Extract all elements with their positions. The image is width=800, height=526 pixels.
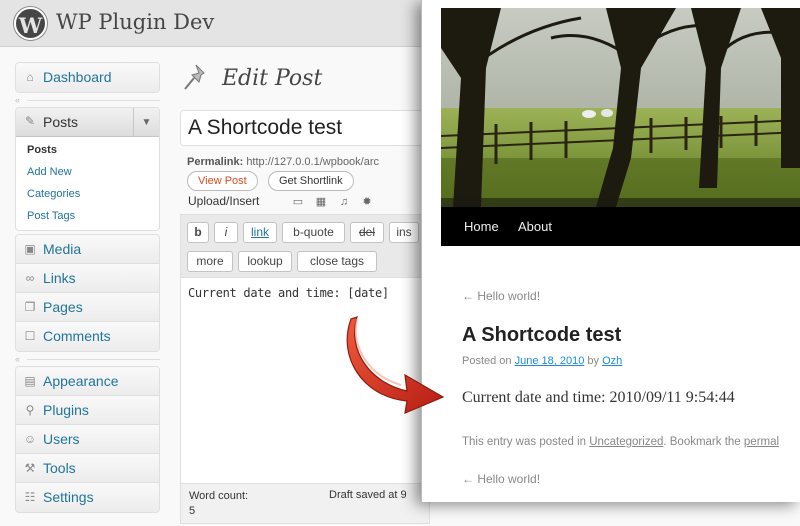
quicktag-close-tags-button[interactable]: close tags <box>297 251 377 272</box>
upload-insert-label: Upload/Insert <box>188 194 260 208</box>
post-title: A Shortcode test <box>462 324 622 346</box>
menu-separator[interactable]: « <box>15 93 160 107</box>
menu-item-label: Plugins <box>43 402 89 418</box>
menu-item-label: Posts <box>43 114 79 130</box>
add-audio-icon[interactable]: ♫ <box>338 196 350 208</box>
post-meta: Posted on June 18, 2010 by Ozh <box>462 355 622 367</box>
settings-icon: ☷ <box>24 490 36 504</box>
red-curved-arrow-icon <box>346 316 445 414</box>
menu-item-label: Appearance <box>43 373 119 389</box>
menu-item-tools[interactable]: ⚒ Tools <box>16 454 159 483</box>
permalink-url[interactable]: http://127.0.0.1/wpbook/arc <box>246 156 379 168</box>
word-count: Word count: 5 <box>189 490 249 517</box>
page-title: Edit Post <box>222 66 323 91</box>
menu-group-content: ▣ Media ∞ Links ❐ Pages ☐ Comments <box>15 234 160 352</box>
menu-item-label: Pages <box>43 299 83 315</box>
post-title-input[interactable]: A Shortcode test <box>180 110 430 146</box>
media-icon: ▣ <box>24 242 36 256</box>
add-image-icon[interactable]: ▭ <box>292 196 304 208</box>
site-navigation: Home About <box>441 207 800 246</box>
plugins-icon: ⚲ <box>25 403 35 417</box>
footer-prefix: This entry was posted in <box>462 436 590 448</box>
admin-sidebar-menu: ⌂ Dashboard « ✎ Posts ▼ Posts Add New Ca… <box>15 62 160 513</box>
category-link[interactable]: Uncategorized <box>589 436 663 448</box>
menu-item-dashboard[interactable]: ⌂ Dashboard <box>16 63 159 92</box>
quicktags-toolbar: b i link b-quote del ins more lookup clo… <box>181 215 429 278</box>
quicktag-lookup-button[interactable]: lookup <box>238 251 292 272</box>
menu-item-label: Comments <box>43 328 111 344</box>
editor-status-bar: Word count: 5 Draft saved at 9 <box>181 483 429 523</box>
permalink-label: Permalink: <box>187 156 244 168</box>
menu-item-comments[interactable]: ☐ Comments <box>16 322 159 351</box>
post-footer: This entry was posted in Uncategorized. … <box>462 436 779 448</box>
menu-separator[interactable]: « <box>15 352 160 366</box>
header-image <box>441 8 800 207</box>
menu-item-appearance[interactable]: ▤ Appearance <box>16 367 159 396</box>
tools-icon: ⚒ <box>24 461 36 475</box>
add-video-icon[interactable]: ▦ <box>315 196 327 208</box>
menu-group-dashboard: ⌂ Dashboard <box>15 62 160 93</box>
wordpress-logo-icon[interactable]: W <box>14 7 47 40</box>
add-media-icon[interactable]: ✹ <box>361 196 373 208</box>
menu-item-label: Links <box>43 270 76 286</box>
menu-item-label: Tools <box>43 460 76 476</box>
editor-textarea[interactable]: Current date and time: [date] <box>188 286 389 300</box>
get-shortlink-button[interactable]: Get Shortlink <box>268 171 354 191</box>
menu-item-label: Dashboard <box>43 69 112 85</box>
links-icon: ∞ <box>25 271 35 285</box>
menu-item-users[interactable]: ☺ Users <box>16 425 159 454</box>
post-content: Current date and time: 2010/09/11 9:54:4… <box>462 389 735 406</box>
author-link[interactable]: Ozh <box>602 355 622 367</box>
nav-about-link[interactable]: About <box>518 219 552 234</box>
quicktag-italic-button[interactable]: i <box>214 222 238 243</box>
previous-post-link-bottom[interactable]: ← Hello world! <box>462 472 540 486</box>
menu-item-label: Users <box>43 431 80 447</box>
pushpin-icon: ✎ <box>24 114 36 128</box>
menu-item-posts[interactable]: ✎ Posts ▼ <box>16 108 159 137</box>
quicktag-link-button[interactable]: link <box>243 222 277 243</box>
meta-by: by <box>584 355 603 367</box>
quicktag-del-button[interactable]: del <box>350 222 384 243</box>
quicktag-more-button[interactable]: more <box>187 251 233 272</box>
quicktag-blockquote-button[interactable]: b-quote <box>282 222 345 243</box>
site-name[interactable]: WP Plugin Dev <box>56 10 214 34</box>
permalink-link[interactable]: permal <box>744 436 779 448</box>
menu-group-posts: ✎ Posts ▼ Posts Add New Categories Post … <box>15 107 160 231</box>
dashboard-icon: ⌂ <box>26 70 34 84</box>
frontend-preview-window: Home About ← Hello world! A Shortcode te… <box>421 0 800 502</box>
permalink-row: Permalink: http://127.0.0.1/wpbook/arc <box>187 156 422 168</box>
chevron-down-icon[interactable]: ▼ <box>133 108 159 136</box>
pushpin-icon <box>182 62 212 94</box>
menu-item-settings[interactable]: ☷ Settings <box>16 483 159 512</box>
meta-prefix: Posted on <box>462 355 515 367</box>
menu-item-pages[interactable]: ❐ Pages <box>16 293 159 322</box>
autosave-status: Draft saved at 9 <box>329 489 407 501</box>
menu-item-media[interactable]: ▣ Media <box>16 235 159 264</box>
menu-group-settings: ▤ Appearance ⚲ Plugins ☺ Users ⚒ Tools ☷… <box>15 366 160 513</box>
menu-item-links[interactable]: ∞ Links <box>16 264 159 293</box>
submenu-item-categories[interactable]: Categories <box>16 183 159 205</box>
previous-post-link[interactable]: ← Hello world! <box>462 289 540 303</box>
view-post-button[interactable]: View Post <box>187 171 258 191</box>
submenu-item-post-tags[interactable]: Post Tags <box>16 205 159 227</box>
submenu-item-add-new[interactable]: Add New <box>16 161 159 183</box>
footer-mid: . Bookmark the <box>663 436 744 448</box>
pages-icon: ❐ <box>24 300 36 314</box>
users-icon: ☺ <box>23 432 37 446</box>
nav-home-link[interactable]: Home <box>464 219 499 234</box>
post-date-link[interactable]: June 18, 2010 <box>515 355 585 367</box>
quicktag-bold-button[interactable]: b <box>187 222 209 243</box>
menu-item-label: Media <box>43 241 82 257</box>
comments-icon: ☐ <box>24 329 36 343</box>
posts-submenu: Posts Add New Categories Post Tags <box>16 137 159 230</box>
menu-item-plugins[interactable]: ⚲ Plugins <box>16 396 159 425</box>
appearance-icon: ▤ <box>24 374 36 388</box>
quicktag-ins-button[interactable]: ins <box>389 222 419 243</box>
menu-item-label: Settings <box>43 489 94 505</box>
submenu-item-posts[interactable]: Posts <box>16 139 159 161</box>
